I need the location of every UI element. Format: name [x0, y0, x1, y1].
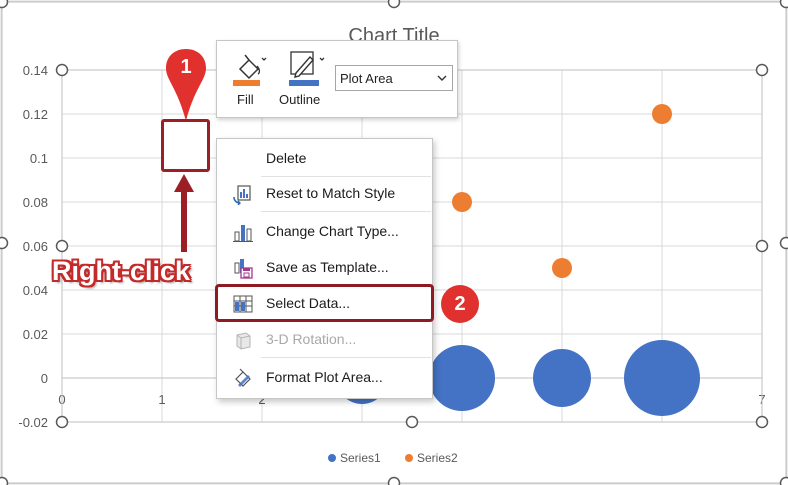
outline-button[interactable]: Outline	[279, 47, 335, 113]
chart-resize-handle[interactable]	[387, 476, 401, 485]
chevron-down-icon	[437, 75, 447, 81]
y-tick-label: 0.06	[23, 239, 48, 254]
menu-item-label: Format Plot Area...	[266, 369, 383, 385]
chart-resize-handle[interactable]	[0, 236, 9, 250]
bubble-series1-point-4[interactable]	[624, 340, 700, 416]
bubble-series1-point-3[interactable]	[533, 349, 591, 407]
format-area-icon	[235, 368, 251, 387]
arrow-up-icon	[174, 174, 194, 252]
outline-label: Outline	[279, 92, 321, 107]
3d-rotation-icon	[236, 332, 251, 350]
y-tick-label: 0.02	[23, 327, 48, 342]
menu-divider	[261, 211, 431, 212]
plot-area-resize-handle[interactable]	[405, 415, 419, 429]
menu-item-change-chart-type[interactable]: Change Chart Type...	[218, 215, 431, 247]
menu-item-3d-rotation: 3-D Rotation...	[218, 323, 431, 355]
chart-resize-handle[interactable]	[779, 236, 788, 250]
menu-item-label: Reset to Match Style	[266, 185, 396, 201]
plot-area-resize-handle[interactable]	[755, 415, 769, 429]
pen-outline-icon	[289, 51, 325, 86]
menu-item-save-as-template[interactable]: Save as Template...	[218, 251, 431, 283]
chart-resize-handle[interactable]	[779, 0, 788, 9]
plot-area-resize-handle[interactable]	[755, 63, 769, 77]
menu-item-label: 3-D Rotation...	[266, 331, 357, 347]
right-click-target-box[interactable]	[161, 119, 210, 172]
plot-area-resize-handle[interactable]	[55, 415, 69, 429]
reset-style-icon	[233, 185, 251, 205]
menu-item-label: Select Data...	[266, 295, 351, 311]
y-tick-label: 0.1	[30, 151, 48, 166]
x-tick-label: 1	[158, 392, 165, 407]
plot-area-resize-handle[interactable]	[55, 63, 69, 77]
y-tick-label: 0	[41, 371, 48, 386]
menu-divider	[261, 357, 431, 358]
y-tick-label: 0.08	[23, 195, 48, 210]
step1-marker: 1	[163, 47, 209, 123]
y-tick-label: 0.14	[23, 63, 48, 78]
plot-area-resize-handle[interactable]	[55, 239, 69, 253]
save-template-icon	[234, 259, 253, 279]
chart-resize-handle[interactable]	[779, 476, 788, 485]
y-tick-label: 0.12	[23, 107, 48, 122]
menu-item-label: Delete	[266, 150, 307, 166]
fill-label: Fill	[237, 92, 254, 107]
paint-bucket-icon	[233, 54, 267, 86]
y-tick-label: -0.02	[18, 415, 48, 430]
context-menu: Delete Reset to Match Style Change Chart…	[216, 138, 433, 399]
chart-resize-handle[interactable]	[0, 476, 9, 485]
chart-resize-handle[interactable]	[0, 0, 9, 9]
menu-item-reset-style[interactable]: Reset to Match Style	[218, 177, 431, 209]
step1-number: 1	[180, 56, 192, 78]
bubble-series2-point-1[interactable]	[452, 192, 472, 212]
chart-element-dropdown[interactable]: Plot Area	[335, 65, 453, 91]
format-mini-toolbar: Fill Outline Plot Area	[216, 40, 458, 118]
step2-badge: 2	[441, 285, 479, 323]
fill-button[interactable]: Fill	[231, 47, 269, 113]
bubble-series2-point-2[interactable]	[552, 258, 572, 278]
chart-resize-handle[interactable]	[387, 0, 401, 9]
menu-item-select-data[interactable]: Select Data...	[218, 287, 431, 319]
legend-marker-series1	[328, 454, 336, 462]
menu-item-label: Save as Template...	[266, 259, 389, 275]
plot-area-resize-handle[interactable]	[755, 239, 769, 253]
legend-entry-series1: Series1	[340, 451, 381, 465]
menu-item-format-plot-area[interactable]: Format Plot Area...	[218, 361, 431, 393]
y-tick-label: 0.04	[23, 283, 48, 298]
right-click-label: Right-click	[52, 256, 191, 286]
legend-entry-series2: Series2	[417, 451, 458, 465]
select-data-icon	[233, 295, 253, 313]
menu-item-delete[interactable]: Delete	[218, 142, 431, 174]
menu-item-label: Change Chart Type...	[266, 223, 399, 239]
bubble-series2-point-3[interactable]	[652, 104, 672, 124]
bubble-series1-point-2[interactable]	[429, 345, 495, 411]
legend-marker-series2	[405, 454, 413, 462]
chart-element-selected: Plot Area	[340, 71, 393, 86]
chart-type-icon	[233, 225, 253, 242]
